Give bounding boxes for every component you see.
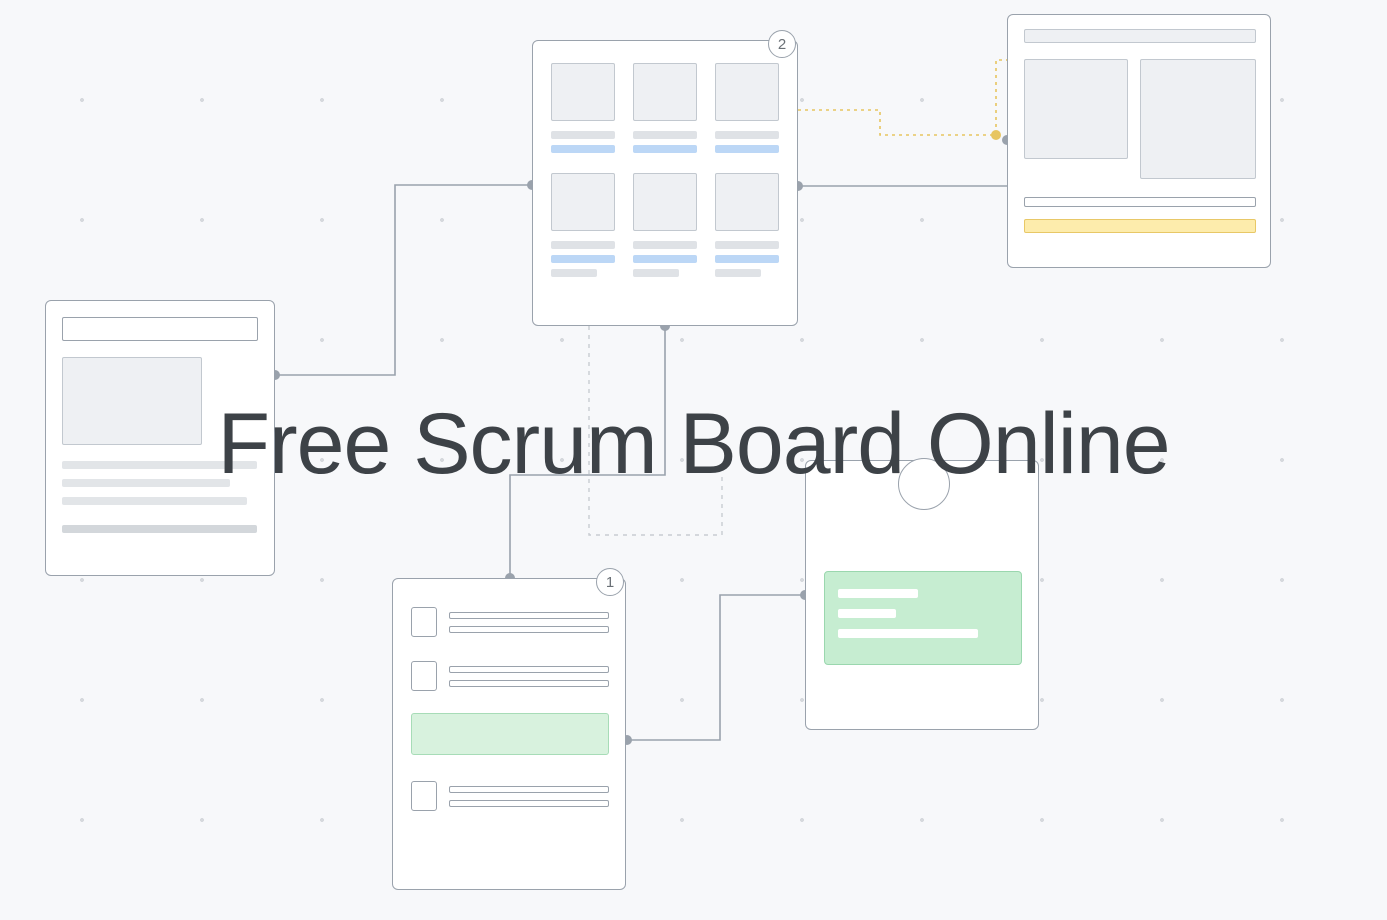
thumbnail-accent — [633, 145, 697, 153]
list-item — [411, 605, 609, 639]
badge-list: 1 — [596, 568, 624, 596]
thumbnail — [633, 173, 697, 231]
placeholder-text-line — [62, 461, 257, 469]
wireframe-panel-list — [392, 578, 626, 890]
thumbnail — [633, 63, 697, 121]
placeholder-text-line — [62, 525, 257, 533]
connector-grid-to-list-dashed — [589, 326, 722, 535]
thumbnail-caption — [715, 241, 779, 249]
placeholder-line — [449, 666, 609, 673]
wireframe-panel-grid — [532, 40, 798, 326]
thumbnail — [715, 173, 779, 231]
placeholder-column — [1024, 59, 1128, 159]
placeholder-accent — [1024, 219, 1256, 233]
checkbox-placeholder — [411, 661, 437, 691]
placeholder-header — [1024, 29, 1256, 43]
placeholder-line — [449, 680, 609, 687]
thumbnail-sub — [551, 269, 597, 277]
placeholder-line — [1024, 197, 1256, 207]
checkbox-placeholder — [411, 781, 437, 811]
placeholder-line — [449, 612, 609, 619]
thumbnail-sub — [633, 269, 679, 277]
thumbnail — [551, 63, 615, 121]
list-item-highlight — [411, 713, 609, 755]
thumbnail-caption — [551, 131, 615, 139]
thumbnail — [551, 173, 615, 231]
placeholder-line — [449, 800, 609, 807]
checkbox-placeholder — [411, 607, 437, 637]
thumbnail-accent — [551, 145, 615, 153]
thumbnail-caption — [633, 241, 697, 249]
list-item — [411, 659, 609, 693]
card-content-line — [838, 589, 918, 598]
connector-node-yellow — [991, 130, 1001, 140]
wireframe-panel-layout — [1007, 14, 1271, 268]
connector-left-to-grid — [275, 185, 532, 375]
thumbnail-caption — [715, 131, 779, 139]
placeholder-line — [449, 626, 609, 633]
card-content-line — [838, 609, 896, 618]
placeholder-image — [62, 357, 202, 445]
placeholder-column — [1140, 59, 1256, 179]
placeholder-text-line — [62, 479, 230, 487]
avatar-placeholder — [898, 458, 950, 510]
connector-grid-to-list — [510, 326, 665, 578]
thumbnail-sub — [715, 269, 761, 277]
placeholder-text-line — [62, 497, 247, 505]
card-content-block — [824, 571, 1022, 665]
thumbnail — [715, 63, 779, 121]
badge-grid: 2 — [768, 30, 796, 58]
thumbnail-caption — [551, 241, 615, 249]
thumbnail-caption — [633, 131, 697, 139]
card-content-line — [838, 629, 978, 638]
wireframe-panel-detail — [45, 300, 275, 576]
connector-list-to-card — [627, 595, 805, 740]
thumbnail-accent — [633, 255, 697, 263]
list-item — [411, 779, 609, 813]
thumbnail-accent — [715, 145, 779, 153]
placeholder-line — [449, 786, 609, 793]
placeholder-header — [62, 317, 258, 341]
thumbnail-accent — [715, 255, 779, 263]
thumbnail-accent — [551, 255, 615, 263]
wireframe-panel-card — [805, 460, 1039, 730]
